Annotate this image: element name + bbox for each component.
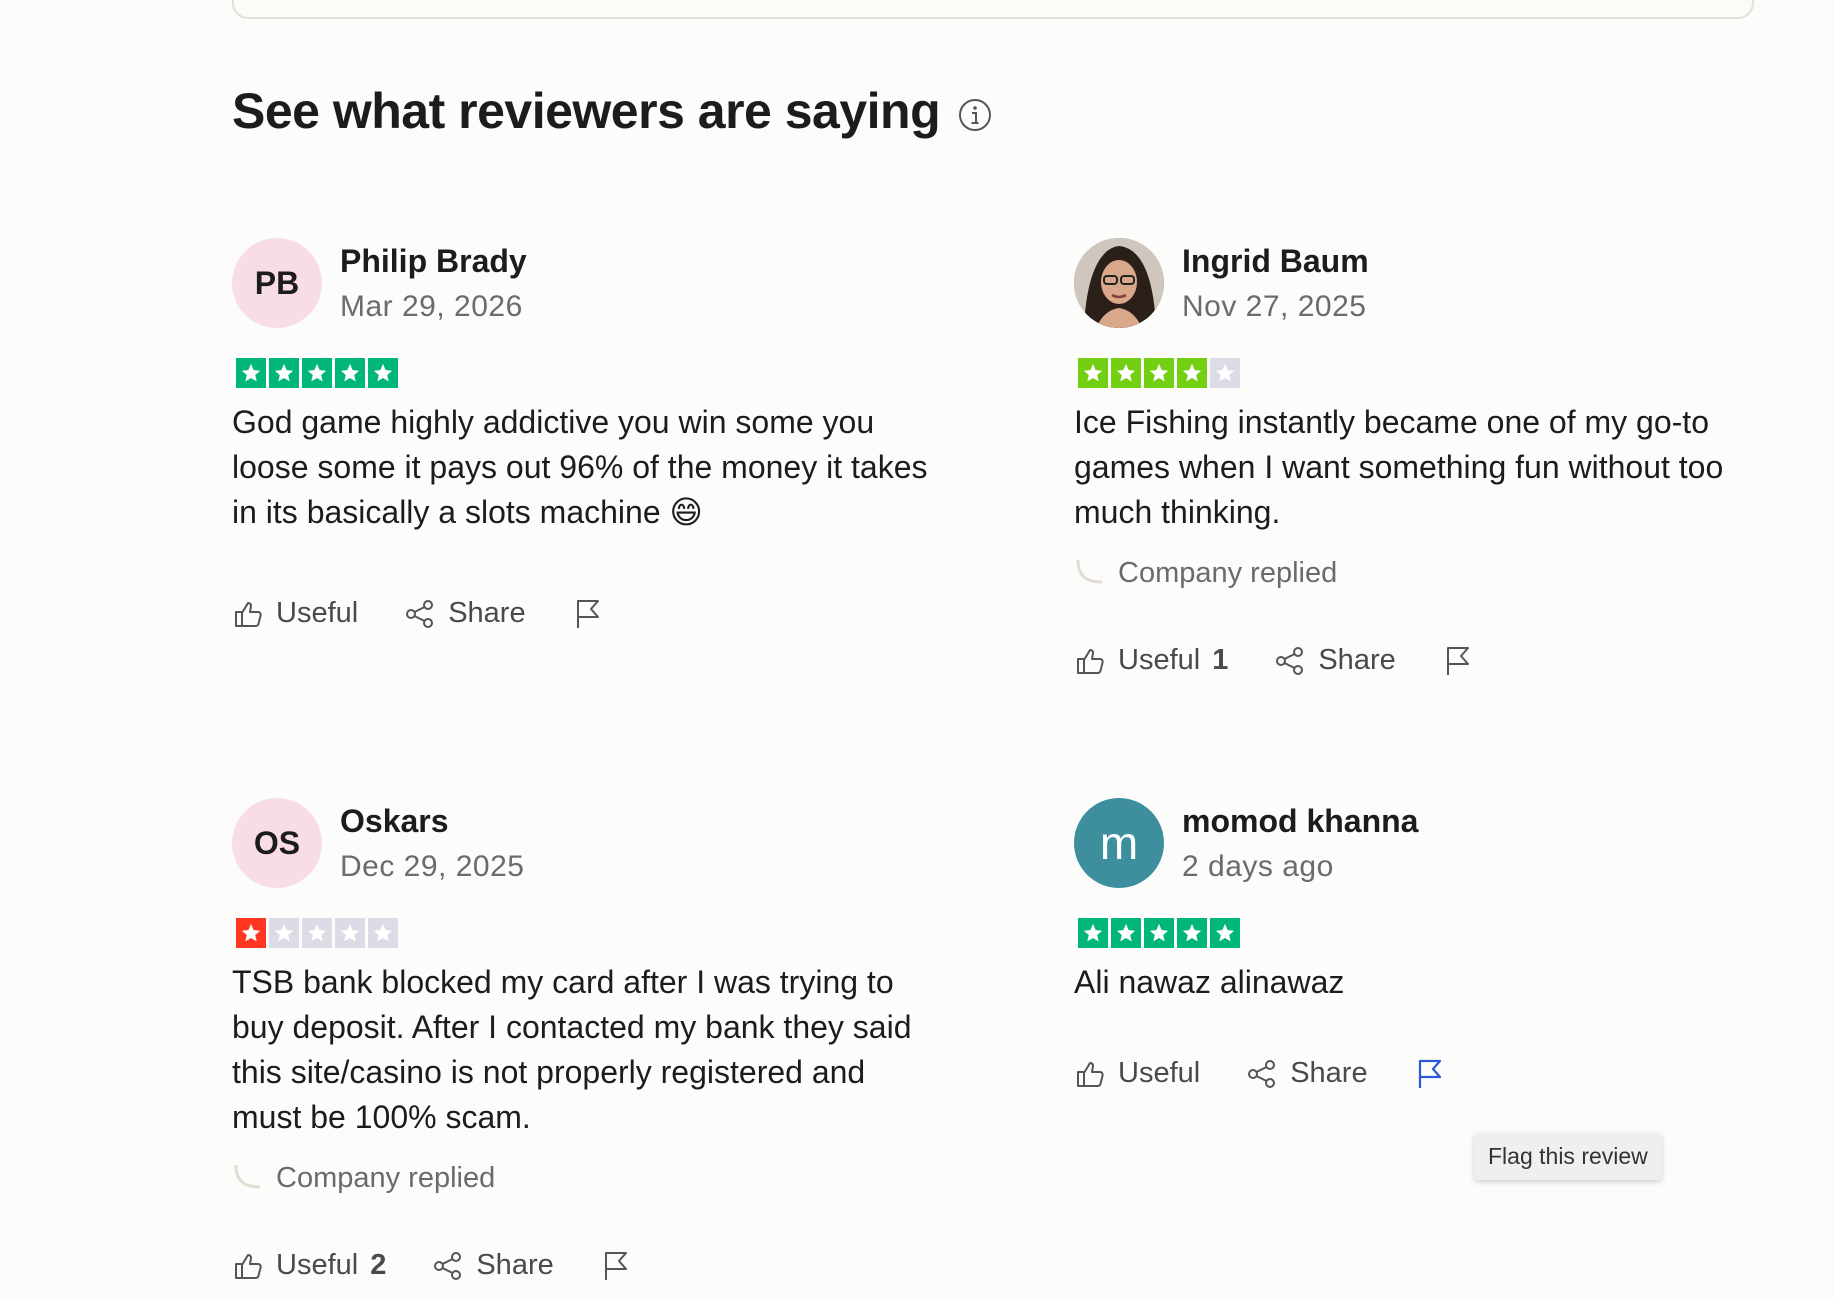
share-button[interactable]: Share — [1274, 644, 1396, 677]
star-icon — [1210, 918, 1240, 948]
flag-button[interactable] — [1414, 1058, 1446, 1090]
review-text[interactable]: Ali nawaz alinawaz — [1074, 960, 1774, 1005]
flag-button[interactable] — [572, 598, 604, 630]
share-label: Share — [1290, 1057, 1368, 1089]
star-icon — [1144, 918, 1174, 948]
star-icon — [1144, 358, 1174, 388]
reviewer-name[interactable]: momod khanna — [1182, 803, 1418, 840]
star-icon — [1177, 918, 1207, 948]
star-icon — [1078, 918, 1108, 948]
profile-photo — [1074, 238, 1164, 328]
review-actions: Useful 1 Share — [1074, 644, 1774, 677]
useful-label: Useful — [276, 597, 359, 629]
useful-label: Useful — [276, 1249, 359, 1281]
star-rating — [1078, 358, 1774, 388]
review-date: Nov 27, 2025 — [1182, 289, 1367, 323]
review-text[interactable]: Ice Fishing instantly became one of my g… — [1074, 400, 1774, 535]
flag-icon — [1418, 1059, 1441, 1088]
star-icon — [302, 358, 332, 388]
company-replied-label: Company replied — [1118, 557, 1338, 589]
review-header: PB Philip Brady Mar 29, 2026 — [232, 238, 932, 328]
useful-button[interactable]: Useful — [232, 597, 358, 630]
flag-icon — [604, 1251, 627, 1280]
avatar[interactable]: PB — [232, 238, 322, 328]
top-card-edge — [232, 0, 1754, 19]
share-button[interactable]: Share — [404, 597, 526, 630]
useful-button[interactable]: Useful 2 — [232, 1249, 386, 1282]
info-icon[interactable] — [958, 98, 992, 132]
company-replied[interactable]: Company replied — [1074, 557, 1774, 590]
star-rating — [236, 918, 932, 948]
thumbs-up-icon — [1077, 1061, 1104, 1087]
star-icon — [1177, 358, 1207, 388]
flag-button[interactable] — [600, 1250, 632, 1282]
star-icon — [1111, 918, 1141, 948]
share-icon — [406, 599, 434, 628]
review-card: m momod khanna 2 days ago Ali nawaz alin… — [1074, 798, 1774, 1090]
share-button[interactable]: Share — [432, 1249, 554, 1282]
flag-icon — [1446, 646, 1469, 675]
flag-button[interactable] — [1442, 645, 1474, 677]
review-text[interactable]: God game highly addictive you win some y… — [232, 400, 932, 535]
star-icon — [335, 918, 365, 948]
flag-icon — [576, 599, 599, 628]
useful-label: Useful — [1118, 1057, 1201, 1089]
thumbs-up-icon — [1077, 648, 1104, 674]
reply-curve-icon — [1076, 559, 1103, 583]
reviewer-name[interactable]: Philip Brady — [340, 243, 527, 280]
share-label: Share — [476, 1249, 554, 1281]
flag-tooltip: Flag this review — [1474, 1133, 1662, 1180]
review-actions: Useful Share — [232, 597, 932, 630]
review-card: PB Philip Brady Mar 29, 2026 God game hi… — [232, 238, 932, 630]
useful-label: Useful — [1118, 644, 1201, 676]
share-label: Share — [448, 597, 526, 629]
company-replied[interactable]: Company replied — [232, 1162, 932, 1195]
share-icon — [1248, 1059, 1276, 1088]
star-icon — [236, 918, 266, 948]
reply-curve-icon — [234, 1164, 261, 1188]
review-actions: Useful Share — [1074, 1057, 1774, 1090]
review-header: m momod khanna 2 days ago — [1074, 798, 1774, 888]
section-title: See what reviewers are saying — [232, 83, 941, 139]
section-heading: See what reviewers are saying — [232, 82, 992, 140]
review-header: Ingrid Baum Nov 27, 2025 — [1074, 238, 1774, 328]
review-card: OS Oskars Dec 29, 2025 TSB bank blocked … — [232, 798, 932, 1282]
star-icon — [1078, 358, 1108, 388]
review-date: Dec 29, 2025 — [340, 849, 525, 883]
thumbs-up-icon — [235, 601, 262, 627]
share-icon — [1276, 646, 1304, 675]
star-icon — [368, 918, 398, 948]
avatar[interactable]: m — [1074, 798, 1164, 888]
review-card: Ingrid Baum Nov 27, 2025 Ice Fishing ins… — [1074, 238, 1774, 677]
share-icon — [434, 1251, 462, 1280]
reviewer-name[interactable]: Oskars — [340, 803, 524, 840]
star-rating — [236, 358, 932, 388]
review-actions: Useful 2 Share — [232, 1249, 932, 1282]
thumbs-up-icon — [235, 1253, 262, 1279]
star-rating — [1078, 918, 1774, 948]
star-icon — [236, 358, 266, 388]
useful-count: 2 — [370, 1249, 387, 1281]
review-header: OS Oskars Dec 29, 2025 — [232, 798, 932, 888]
reviewer-name[interactable]: Ingrid Baum — [1182, 243, 1369, 280]
star-icon — [368, 358, 398, 388]
star-icon — [1111, 358, 1141, 388]
useful-button[interactable]: Useful — [1074, 1057, 1200, 1090]
review-date: 2 days ago — [1182, 849, 1334, 883]
star-icon — [335, 358, 365, 388]
avatar[interactable]: OS — [232, 798, 322, 888]
review-text[interactable]: TSB bank blocked my card after I was try… — [232, 960, 932, 1140]
company-replied-label: Company replied — [276, 1162, 496, 1194]
review-date: Mar 29, 2026 — [340, 289, 523, 323]
star-icon — [269, 918, 299, 948]
share-button[interactable]: Share — [1246, 1057, 1368, 1090]
star-icon — [302, 918, 332, 948]
share-label: Share — [1318, 644, 1396, 676]
useful-button[interactable]: Useful 1 — [1074, 644, 1228, 677]
star-icon — [269, 358, 299, 388]
star-icon — [1210, 358, 1240, 388]
avatar[interactable] — [1074, 238, 1164, 328]
useful-count: 1 — [1212, 644, 1229, 676]
